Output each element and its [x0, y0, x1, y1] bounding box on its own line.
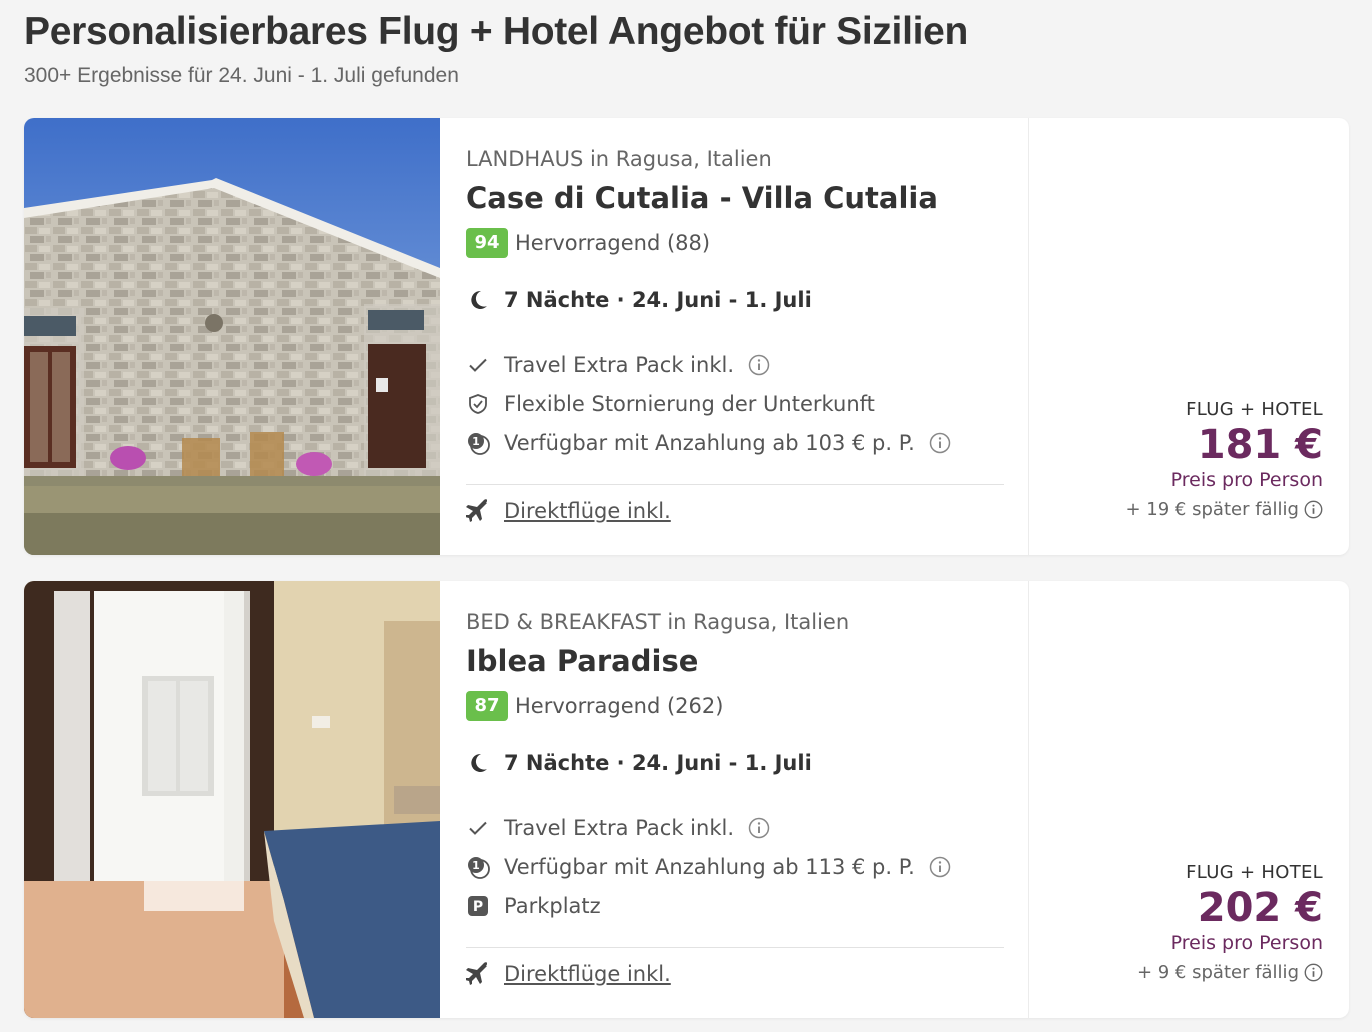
nights-text: 7 Nächte · 24. Juni - 1. Juli	[504, 288, 812, 312]
price-later-text: + 19 € später fällig	[1125, 499, 1300, 520]
svg-text:P: P	[473, 899, 483, 915]
price-value: 202 €	[1197, 885, 1323, 931]
feature-text: Travel Extra Pack inkl.	[504, 816, 734, 840]
hotel-photo[interactable]	[24, 581, 440, 1018]
svg-text:1: 1	[472, 859, 480, 872]
parking-icon: P	[466, 894, 490, 918]
direct-flights-link[interactable]: Direktflüge inkl.	[504, 962, 671, 986]
deposit-icon: 1	[466, 431, 490, 455]
price-label: FLUG + HOTEL	[1186, 862, 1323, 883]
feature-item: 1 Verfügbar mit Anzahlung ab 113 € p. P.	[466, 855, 951, 879]
airplane-icon	[465, 962, 490, 986]
airplane-icon	[465, 499, 490, 523]
property-type: LANDHAUS in Ragusa, Italien	[466, 147, 772, 171]
info-icon[interactable]	[748, 354, 770, 376]
results-count: 300+ Ergebnisse für 24. Juni - 1. Juli g…	[24, 64, 459, 87]
check-icon	[466, 353, 490, 377]
hotel-name[interactable]: Case di Cutalia - Villa Cutalia	[466, 181, 938, 215]
price-later-text: + 9 € später fällig	[1136, 962, 1299, 983]
rating: 94 Hervorragend (88)	[466, 228, 710, 258]
property-type: BED & BREAKFAST in Ragusa, Italien	[466, 610, 850, 634]
moon-icon	[466, 288, 490, 312]
feature-text: Parkplatz	[504, 894, 601, 918]
rating: 87 Hervorragend (262)	[466, 691, 723, 721]
info-icon[interactable]	[929, 856, 951, 878]
nights-text: 7 Nächte · 24. Juni - 1. Juli	[504, 751, 812, 775]
feature-text: Verfügbar mit Anzahlung ab 103 € p. P.	[504, 431, 915, 455]
stay-duration: 7 Nächte · 24. Juni - 1. Juli	[466, 288, 812, 312]
rating-text: Hervorragend (88)	[515, 231, 711, 255]
info-icon[interactable]	[1304, 963, 1323, 982]
info-icon[interactable]	[929, 432, 951, 454]
direct-flights-link[interactable]: Direktflüge inkl.	[504, 499, 671, 523]
info-icon[interactable]	[748, 817, 770, 839]
feature-text: Verfügbar mit Anzahlung ab 113 € p. P.	[504, 855, 915, 879]
score-badge: 87	[466, 691, 508, 721]
page-title: Personalisierbares Flug + Hotel Angebot …	[24, 10, 969, 53]
offer-details: LANDHAUS in Ragusa, Italien Case di Cuta…	[465, 118, 1028, 555]
shield-check-icon	[466, 392, 490, 416]
feature-item: 1 Verfügbar mit Anzahlung ab 103 € p. P.	[466, 431, 951, 455]
flights-info: Direktflüge inkl.	[465, 962, 671, 986]
hotel-name[interactable]: Iblea Paradise	[466, 644, 698, 678]
svg-text:1: 1	[472, 435, 480, 448]
score-badge: 94	[466, 228, 508, 258]
price-label: FLUG + HOTEL	[1186, 399, 1323, 420]
stay-duration: 7 Nächte · 24. Juni - 1. Juli	[466, 751, 812, 775]
divider	[466, 947, 1004, 948]
offer-details: BED & BREAKFAST in Ragusa, Italien Iblea…	[465, 581, 1028, 1018]
feature-item: Travel Extra Pack inkl.	[466, 353, 770, 377]
feature-item: Flexible Stornierung der Unterkunft	[466, 392, 875, 416]
feature-text: Travel Extra Pack inkl.	[504, 353, 734, 377]
hotel-photo[interactable]	[24, 118, 440, 555]
price-box[interactable]: FLUG + HOTEL 181 € Preis pro Person + 19…	[1023, 399, 1324, 520]
feature-text: Flexible Stornierung der Unterkunft	[504, 392, 875, 416]
divider	[466, 484, 1004, 485]
feature-item: P Parkplatz	[466, 894, 601, 918]
price-due-later: + 9 € später fällig	[1023, 962, 1323, 983]
price-box[interactable]: FLUG + HOTEL 202 € Preis pro Person + 9 …	[1023, 862, 1323, 983]
deposit-icon: 1	[466, 855, 490, 879]
price-per-person: Preis pro Person	[1170, 932, 1323, 954]
check-icon	[466, 816, 490, 840]
flights-info: Direktflüge inkl.	[465, 499, 671, 523]
info-icon[interactable]	[1304, 500, 1323, 519]
offer-card[interactable]: LANDHAUS in Ragusa, Italien Case di Cuta…	[24, 118, 1349, 555]
feature-item: Travel Extra Pack inkl.	[466, 816, 770, 840]
moon-icon	[466, 751, 490, 775]
offer-card[interactable]: BED & BREAKFAST in Ragusa, Italien Iblea…	[24, 581, 1349, 1018]
price-per-person: Preis pro Person	[1170, 469, 1323, 491]
rating-text: Hervorragend (262)	[515, 694, 724, 718]
price-value: 181 €	[1197, 422, 1323, 468]
price-due-later: + 19 € später fällig	[1023, 499, 1323, 520]
